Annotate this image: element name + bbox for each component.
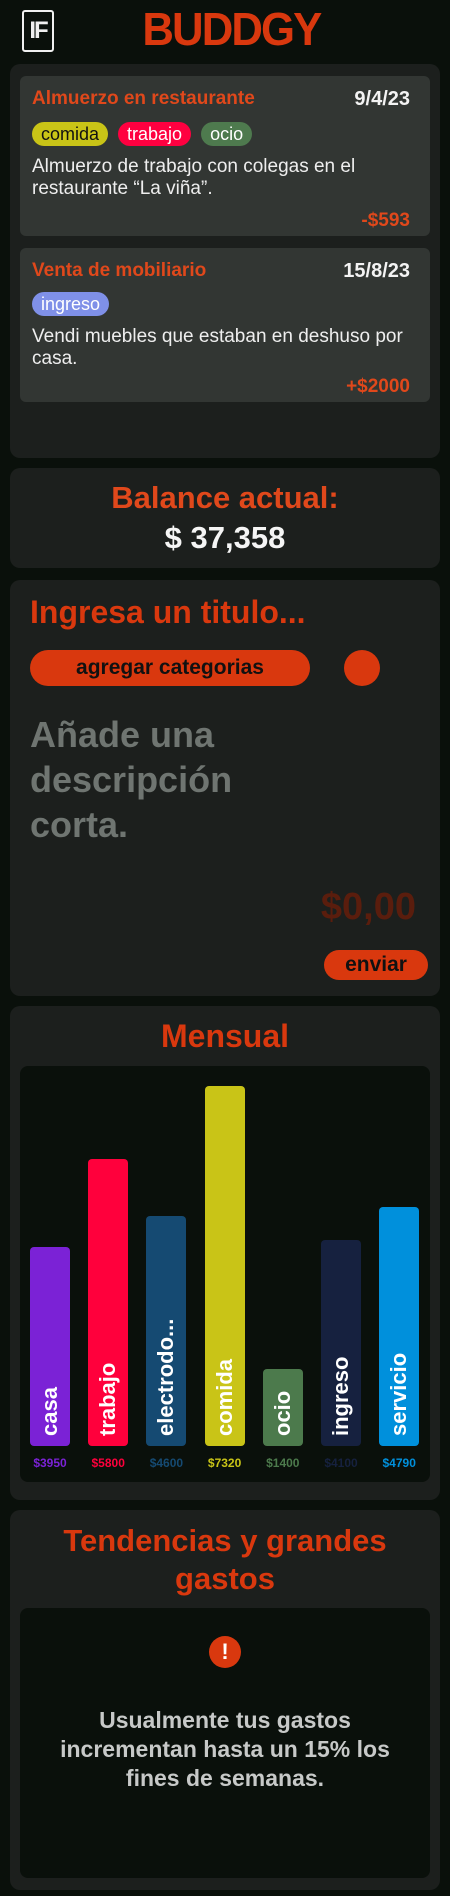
send-button[interactable]: enviar xyxy=(324,950,428,980)
add-categories-button[interactable]: agregar categorias xyxy=(30,650,310,686)
bar-label: servicio xyxy=(386,1352,412,1436)
new-transaction-form: Ingresa un titulo... agregar categorias … xyxy=(10,580,440,996)
brand-logo: BUDDGY xyxy=(142,3,322,55)
transaction-card[interactable]: Venta de mobiliario 15/8/23 ingreso Vend… xyxy=(20,248,430,402)
bar-label: trabajo xyxy=(95,1362,121,1436)
bar-label: casa xyxy=(37,1387,62,1436)
trends-panel: Tendencias y grandes gastos ! Usualmente… xyxy=(10,1510,440,1890)
bar-label: comida xyxy=(211,1358,237,1436)
app-header: IF BUDDGY xyxy=(0,0,450,62)
bar-6[interactable]: servicio xyxy=(379,1207,420,1446)
transaction-amount: -$593 xyxy=(361,210,410,231)
bar-0[interactable]: casa xyxy=(30,1247,70,1446)
alert-icon: ! xyxy=(209,1636,241,1668)
bar-label: ingreso xyxy=(328,1356,353,1436)
bar-value-label: $7320 xyxy=(207,1456,242,1470)
bar-2[interactable]: electrodo... xyxy=(146,1216,187,1446)
bar-3[interactable]: comida xyxy=(204,1086,245,1446)
bar-label: electrodo... xyxy=(153,1318,179,1436)
trends-title: Tendencias y grandes gastos xyxy=(63,1523,387,1596)
transaction-title: Venta de mobiliario xyxy=(32,260,207,281)
tag-trabajo: trabajo xyxy=(118,122,192,146)
bar-value-label: $4600 xyxy=(149,1456,184,1470)
tag-comida: comida xyxy=(32,122,109,146)
monthly-panel: Mensual casa $3950 trabajo $5800 electrodo..… xyxy=(10,1006,440,1500)
bar-value-label: $1400 xyxy=(266,1456,300,1470)
bar-label: ocio xyxy=(269,1390,295,1436)
if-logo[interactable]: IF xyxy=(22,10,54,52)
transaction-title: Almuerzo en restaurante xyxy=(32,88,255,109)
bar-5[interactable]: ingreso xyxy=(321,1240,361,1446)
balance-value: $ 37,358 xyxy=(164,520,286,555)
bar-1[interactable]: trabajo xyxy=(88,1159,129,1446)
transaction-amount: +$2000 xyxy=(346,376,410,397)
color-picker[interactable] xyxy=(344,650,380,686)
bar-value-label: $4100 xyxy=(324,1456,358,1470)
tag-list: ingreso xyxy=(32,292,110,316)
bar-4[interactable]: ocio xyxy=(262,1369,303,1446)
balance-label: Balance actual: xyxy=(111,480,339,515)
bar-value-label: $4790 xyxy=(382,1456,416,1470)
transaction-date: 15/8/23 xyxy=(343,260,410,282)
chart-title: Mensual xyxy=(160,1018,290,1054)
description-input[interactable]: Añade una descripción corta. xyxy=(30,712,280,847)
bar-value-label: $3950 xyxy=(33,1456,67,1470)
transaction-description: Almuerzo de trabajo con colegas en el re… xyxy=(32,156,356,199)
bar-value-label: $5800 xyxy=(91,1456,125,1470)
tag-ingreso: ingreso xyxy=(32,292,110,316)
amount-input[interactable]: $0,00 xyxy=(321,886,416,929)
transaction-description: Vendi muebles que estaban en deshuso por… xyxy=(32,326,403,369)
transaction-date: 9/4/23 xyxy=(354,88,410,110)
tag-ocio: ocio xyxy=(201,122,253,146)
monthly-bar-chart: casa $3950 trabajo $5800 electrodo... $4600 co… xyxy=(20,1066,430,1482)
balance-panel: Balance actual: $ 37,358 xyxy=(10,468,440,568)
transaction-card[interactable]: Almuerzo en restaurante 9/4/23 comida tr… xyxy=(20,76,430,236)
trend-card: ! Usualmente tus gastos incrementan hast… xyxy=(20,1608,430,1878)
trend-message: Usualmente tus gastos incrementan hasta … xyxy=(60,1707,390,1791)
transactions-panel: Almuerzo en restaurante 9/4/23 comida tr… xyxy=(10,64,440,458)
title-input[interactable]: Ingresa un titulo... xyxy=(30,594,306,631)
tag-list: comida trabajo ocio xyxy=(32,122,253,146)
